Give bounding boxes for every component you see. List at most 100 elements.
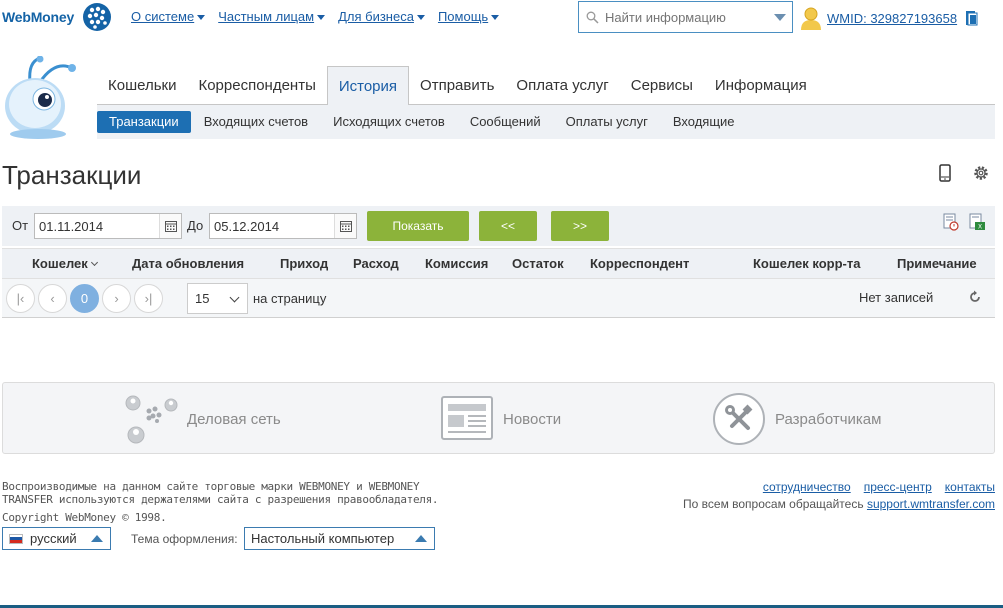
column-income: Приход	[280, 256, 329, 271]
main-tabs: Кошельки Корреспонденты История Отправит…	[97, 66, 995, 106]
current-page[interactable]: 0	[70, 284, 99, 313]
subtab-outgoing-invoices[interactable]: Исходящих счетов	[321, 111, 457, 133]
next-period-button[interactable]: >>	[551, 211, 609, 241]
column-correspondent: Корреспондент	[590, 256, 690, 271]
theme-select[interactable]: Настольный компьютер	[244, 527, 435, 550]
chevron-down-icon	[197, 14, 206, 20]
column-wallet[interactable]: Кошелек	[32, 256, 98, 271]
webmoney-globe-icon	[83, 3, 112, 31]
wmid-link[interactable]: WMID: 329827193658	[827, 11, 957, 26]
user-avatar-icon	[801, 7, 821, 30]
logo-text: WebMoney	[2, 9, 75, 25]
theme-label: Тема оформления:	[131, 532, 238, 546]
per-page-select[interactable]: 15	[187, 283, 248, 314]
news-icon	[441, 396, 493, 440]
date-filter-bar: От 01.11.2014 До 05.12.2014 Показать << …	[2, 206, 995, 246]
tab-services[interactable]: Сервисы	[620, 66, 704, 105]
nav-about-label: О системе	[131, 9, 195, 24]
last-page-button[interactable]: ›|	[134, 284, 163, 313]
next-page-button[interactable]: ›	[102, 284, 131, 313]
tab-wallets[interactable]: Кошельки	[97, 66, 187, 105]
bottom-links-panel: Деловая сеть Новости Разработчикам	[2, 382, 995, 454]
search-box	[578, 1, 793, 33]
tab-correspondents[interactable]: Корреспонденты	[187, 66, 326, 105]
support-text: По всем вопросам обращайтесь	[683, 497, 864, 511]
gear-icon[interactable]	[972, 164, 990, 182]
column-expense: Расход	[353, 256, 399, 271]
webmoney-mascot-icon	[5, 56, 76, 139]
nav-individuals[interactable]: Частным лицам	[218, 9, 326, 24]
to-label: До	[187, 218, 204, 233]
refresh-icon[interactable]	[968, 290, 982, 304]
contacts-link[interactable]: контакты	[945, 480, 995, 494]
svg-text:X: X	[978, 224, 982, 231]
nav-help[interactable]: Помощь	[438, 9, 500, 24]
previous-period-button[interactable]: <<	[479, 211, 537, 241]
nav-about[interactable]: О системе	[131, 9, 206, 24]
from-label: От	[12, 218, 29, 233]
nav-individuals-label: Частным лицам	[218, 9, 315, 24]
date-to-value: 05.12.2014	[214, 218, 280, 234]
business-network-icon	[125, 395, 178, 444]
search-dropdown-icon[interactable]	[774, 14, 786, 21]
column-balance: Остаток	[512, 256, 564, 271]
export-actions: X	[942, 213, 986, 231]
date-to-field[interactable]: 05.12.2014	[209, 213, 357, 239]
press-center-link[interactable]: пресс-центр	[864, 480, 932, 494]
tab-pay-services[interactable]: Оплата услуг	[505, 66, 619, 105]
tab-history[interactable]: История	[326, 66, 410, 106]
show-button[interactable]: Показать	[367, 211, 469, 241]
top-navigation: О системе Частным лицам Для бизнеса Помо…	[131, 9, 512, 24]
chevron-down-icon	[416, 14, 425, 20]
language-select[interactable]: русский	[2, 527, 111, 550]
logout-icon[interactable]	[965, 10, 979, 26]
export-excel-icon[interactable]: X	[968, 213, 986, 231]
nav-business[interactable]: Для бизнеса	[338, 9, 425, 24]
cooperation-link[interactable]: сотрудничество	[763, 480, 851, 494]
column-update-date: Дата обновления	[132, 256, 245, 271]
support-contact: По всем вопросам обращайтесь support.wmt…	[683, 497, 995, 511]
export-pdf-icon[interactable]	[942, 213, 960, 231]
chevron-up-icon	[91, 535, 103, 542]
support-link[interactable]: support.wmtransfer.com	[867, 497, 995, 511]
subtab-transactions[interactable]: Транзакции	[97, 111, 191, 133]
chevron-down-icon	[491, 14, 500, 20]
developers-link[interactable]: Разработчикам	[711, 391, 881, 447]
first-page-button[interactable]: |‹	[6, 284, 35, 313]
developers-tools-icon	[713, 393, 765, 445]
calendar-icon[interactable]	[159, 214, 181, 238]
column-correspondent-wallet: Кошелек корр-та	[753, 256, 861, 271]
nav-business-label: Для бизнеса	[338, 9, 414, 24]
theme-value: Настольный компьютер	[251, 531, 395, 546]
russian-flag-icon	[9, 533, 23, 544]
business-network-link[interactable]: Деловая сеть	[123, 391, 281, 447]
user-wmid: WMID: 329827193658	[800, 6, 979, 30]
language-value: русский	[30, 531, 77, 546]
date-from-value: 01.11.2014	[39, 218, 104, 234]
date-from-field[interactable]: 01.11.2014	[34, 213, 182, 239]
news-label: Новости	[503, 410, 562, 428]
trademark-notice: Воспроизводимые на данном сайте торговые…	[2, 480, 439, 506]
sub-tabs: Транзакции Входящих счетов Исходящих сче…	[97, 105, 995, 139]
previous-page-button[interactable]: ‹	[38, 284, 67, 313]
chevron-up-icon	[415, 535, 427, 542]
subtab-service-payments[interactable]: Оплаты услуг	[554, 111, 660, 133]
column-commission: Комиссия	[425, 256, 489, 271]
chevron-down-icon	[317, 14, 326, 20]
webmoney-logo[interactable]: WebMoney	[2, 2, 112, 32]
per-page-label: на страницу	[253, 291, 327, 306]
copyright: Copyright WebMoney © 1998.	[2, 511, 167, 524]
chevron-down-icon	[229, 292, 240, 303]
subtab-incoming-invoices[interactable]: Входящих счетов	[192, 111, 320, 133]
subtab-messages[interactable]: Сообщений	[458, 111, 553, 133]
search-icon	[586, 11, 599, 24]
search-input[interactable]	[605, 9, 765, 25]
subtab-incoming[interactable]: Входящие	[661, 111, 747, 133]
mobile-icon[interactable]	[936, 164, 954, 182]
news-link[interactable]: Новости	[439, 391, 561, 447]
calendar-icon[interactable]	[334, 214, 356, 238]
no-records-text: Нет записей	[859, 290, 934, 305]
transactions-table-header: Кошелек Дата обновления Приход Расход Ко…	[2, 248, 995, 278]
tab-information[interactable]: Информация	[704, 66, 818, 105]
tab-send[interactable]: Отправить	[409, 66, 505, 105]
